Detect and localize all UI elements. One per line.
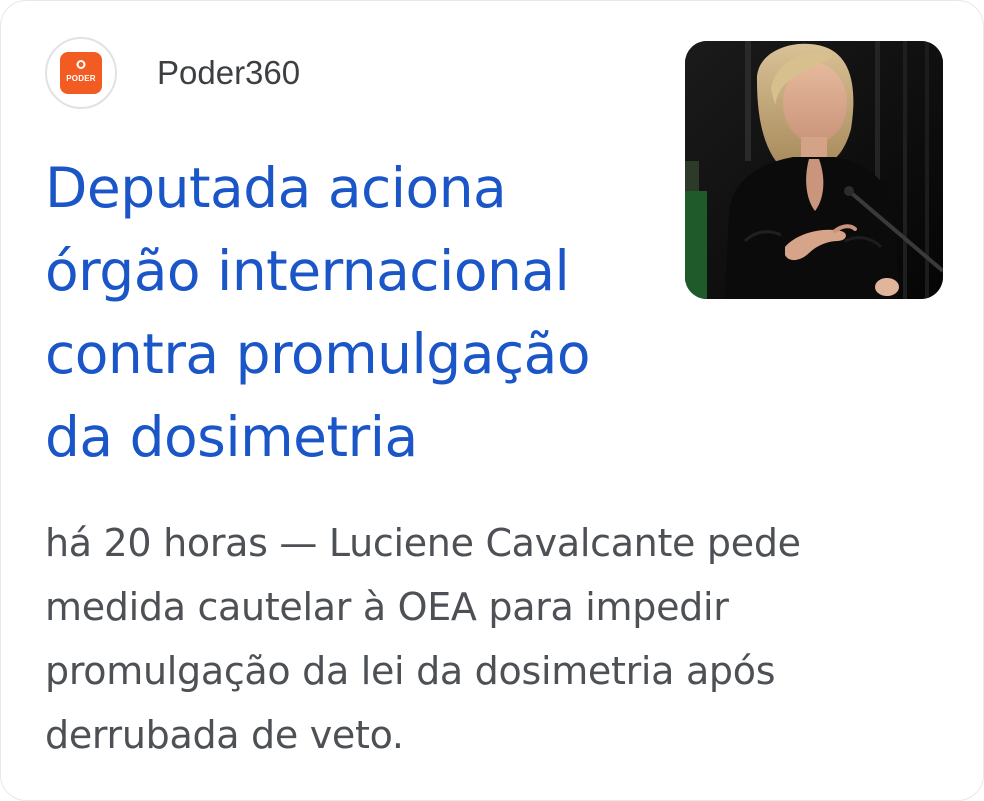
logo-dot-icon — [76, 60, 86, 69]
logo-text: PODER — [66, 74, 96, 83]
article-timestamp: há 20 horas — [45, 521, 268, 565]
publisher-name[interactable]: Poder360 — [157, 54, 300, 92]
snippet-separator: — — [267, 521, 329, 565]
source-row[interactable]: PODER Poder360 — [45, 37, 300, 109]
poder360-logo-icon: PODER — [60, 52, 102, 94]
publisher-logo: PODER — [45, 37, 117, 109]
article-headline[interactable]: Deputada aciona órgão internacional cont… — [45, 147, 665, 479]
article-snippet: há 20 horas — Luciene Cavalcante pede me… — [45, 511, 945, 767]
article-thumbnail[interactable] — [685, 41, 943, 299]
thumbnail-photo — [685, 41, 943, 299]
news-card[interactable]: PODER Poder360 Deputada aciona órgão int… — [0, 0, 984, 801]
